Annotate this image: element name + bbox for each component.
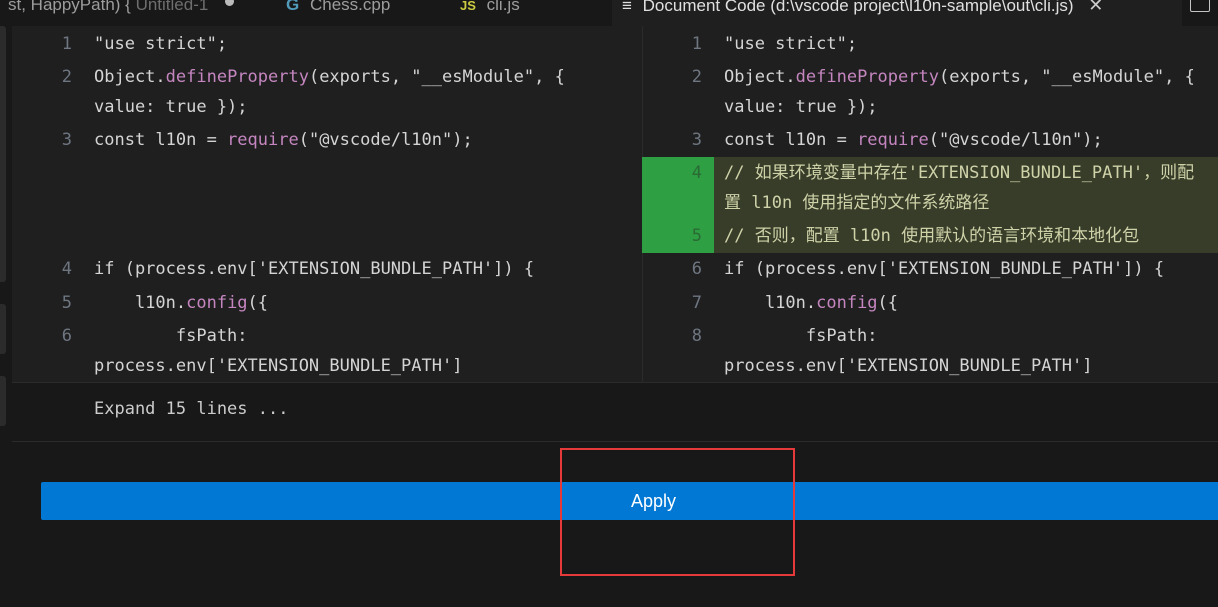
code-line[interactable]: "use strict"; bbox=[94, 29, 642, 59]
line-number: 3 bbox=[691, 130, 702, 150]
line-number: 3 bbox=[61, 130, 72, 150]
tab-label: Document Code (d:\vscode project\l10n-sa… bbox=[642, 0, 1074, 15]
tab-label: st, HappyPath) { bbox=[8, 0, 131, 14]
scroll-indicator bbox=[0, 376, 6, 426]
code-line[interactable]: value: true }); bbox=[94, 92, 642, 122]
tab-label: Chess.cpp bbox=[309, 0, 391, 14]
split-editor-icon[interactable] bbox=[1190, 0, 1210, 12]
line-number: 4 bbox=[691, 163, 702, 183]
tab-cli-js[interactable]: JS cli.js bbox=[440, 0, 633, 26]
code-line[interactable]: fsPath: bbox=[94, 321, 642, 351]
tab-untitled-1[interactable]: st, HappyPath) { Untitled-1 bbox=[0, 0, 277, 26]
code-line[interactable]: if (process.env['EXTENSION_BUNDLE_PATH']… bbox=[724, 254, 1218, 284]
code-line[interactable]: 置 l10n 使用指定的文件系统路径 bbox=[724, 188, 1218, 218]
code-line[interactable]: Object.defineProperty(exports, "__esModu… bbox=[94, 62, 642, 92]
tab-chess-cpp[interactable]: G Chess.cpp bbox=[268, 0, 459, 26]
expand-unchanged-region: Expand 15 lines ... bbox=[12, 382, 1218, 442]
line-number: 1 bbox=[691, 34, 702, 54]
code-line[interactable]: l10n.config({ bbox=[94, 288, 642, 318]
tab-label: cli.js bbox=[486, 0, 520, 14]
dirty-indicator-icon[interactable] bbox=[225, 0, 235, 7]
code-line[interactable]: // 如果环境变量中存在'EXTENSION_BUNDLE_PATH'，则配 bbox=[724, 158, 1218, 188]
original-pane: 1 "use strict"; 2 Object.defineProperty(ex… bbox=[12, 26, 642, 382]
line-number: 1 bbox=[61, 34, 72, 54]
cpp-icon: G bbox=[286, 0, 300, 14]
tab-description: Untitled-1 bbox=[135, 0, 209, 14]
expand-lines-link[interactable]: Expand 15 lines ... bbox=[94, 399, 288, 419]
activity-strip bbox=[0, 26, 12, 607]
code-line[interactable]: if (process.env['EXTENSION_BUNDLE_PATH']… bbox=[94, 254, 642, 284]
code-line[interactable]: const l10n = require("@vscode/l10n"); bbox=[94, 125, 642, 155]
diff-editor: 1 "use strict"; 2 Object.defineProperty(ex… bbox=[12, 26, 1218, 382]
menu-icon: ≡ bbox=[622, 0, 632, 15]
line-number: 4 bbox=[61, 259, 72, 279]
line-number: 8 bbox=[691, 326, 702, 346]
js-icon: JS bbox=[460, 0, 476, 13]
editor-tab-bar: st, HappyPath) { Untitled-1 G Chess.cpp … bbox=[0, 0, 1218, 27]
line-number: 6 bbox=[61, 326, 72, 346]
code-line[interactable]: const l10n = require("@vscode/l10n"); bbox=[724, 125, 1218, 155]
line-number: 6 bbox=[691, 259, 702, 279]
code-line[interactable]: "use strict"; bbox=[724, 29, 1218, 59]
code-line[interactable]: process.env['EXTENSION_BUNDLE_PATH'] bbox=[94, 351, 642, 381]
line-number: 7 bbox=[691, 293, 702, 313]
code-line[interactable]: // 否则，配置 l10n 使用默认的语言环境和本地化包 bbox=[724, 221, 1218, 251]
line-number: 2 bbox=[61, 67, 72, 87]
line-number: 2 bbox=[691, 67, 702, 87]
code-line[interactable]: Object.defineProperty(exports, "__esModu… bbox=[724, 62, 1218, 92]
line-number: 5 bbox=[61, 293, 72, 313]
scroll-indicator bbox=[0, 26, 6, 282]
code-line[interactable]: value: true }); bbox=[724, 92, 1218, 122]
code-line[interactable]: l10n.config({ bbox=[724, 288, 1218, 318]
code-line[interactable]: process.env['EXTENSION_BUNDLE_PATH'] bbox=[724, 351, 1218, 381]
close-icon[interactable]: ✕ bbox=[1088, 0, 1103, 14]
modified-pane: 1 "use strict"; 2 Object.defineProperty(ex… bbox=[642, 26, 1218, 382]
line-number: 5 bbox=[691, 226, 702, 246]
apply-button[interactable]: Apply bbox=[41, 482, 1218, 520]
scroll-indicator bbox=[0, 304, 6, 354]
tab-document-code[interactable]: ≡ Document Code (d:\vscode project\l10n-… bbox=[612, 0, 1182, 26]
apply-button-label: Apply bbox=[630, 491, 677, 511]
code-line[interactable]: fsPath: bbox=[724, 321, 1218, 351]
